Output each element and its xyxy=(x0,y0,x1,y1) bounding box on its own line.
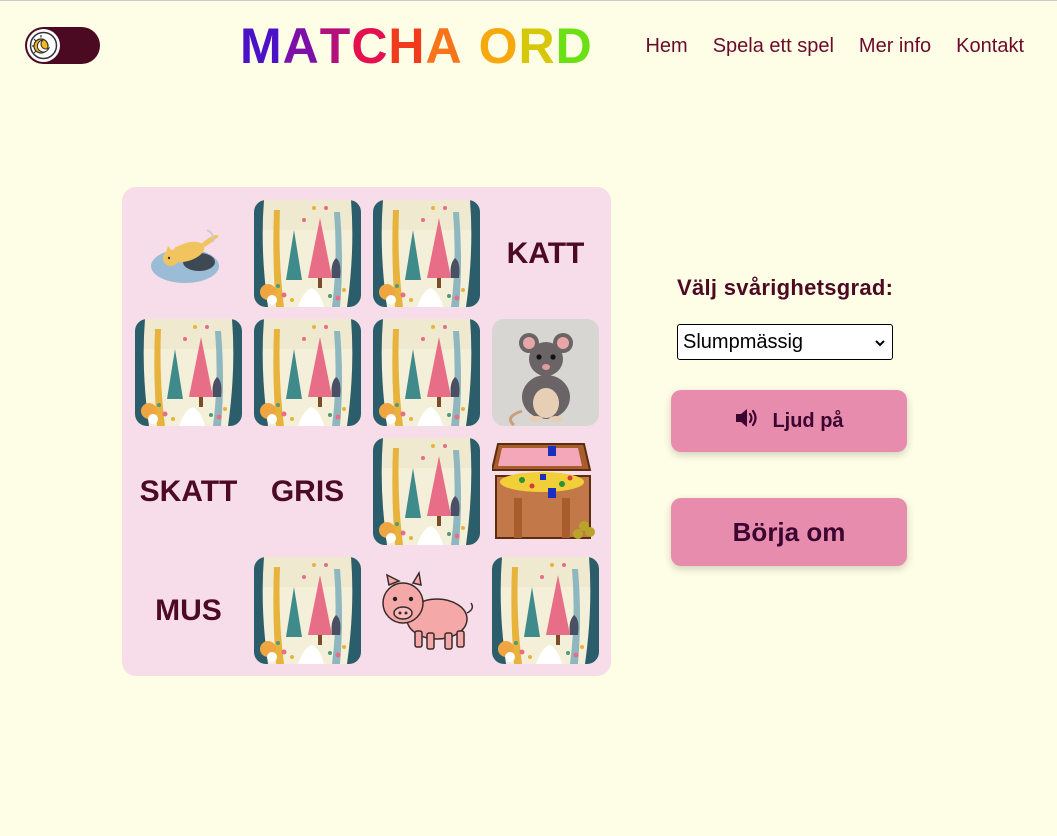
card-face-down[interactable] xyxy=(373,438,480,545)
chevron-down-icon xyxy=(874,334,886,357)
difficulty-label: Välj svårighetsgrad: xyxy=(677,275,894,300)
sun-moon-icon xyxy=(27,29,60,62)
logo-letter: T xyxy=(319,18,352,74)
card-picture[interactable] xyxy=(373,557,480,664)
card-word[interactable]: SKATT xyxy=(135,438,242,545)
cat-icon xyxy=(135,200,242,307)
restart-button[interactable]: Börja om xyxy=(671,498,907,566)
nav-home[interactable]: Hem xyxy=(645,34,687,58)
logo-letter: H xyxy=(388,18,426,74)
sound-toggle-button[interactable]: Ljud på xyxy=(671,390,907,452)
card-picture[interactable] xyxy=(492,438,599,545)
card-word[interactable]: KATT xyxy=(492,200,599,307)
nav-contact[interactable]: Kontakt xyxy=(956,34,1024,58)
card-face-down[interactable] xyxy=(254,200,361,307)
card-face-down[interactable] xyxy=(135,319,242,426)
pig-icon xyxy=(373,557,480,664)
logo-letter: A xyxy=(425,18,463,74)
card-word[interactable]: MUS xyxy=(135,557,242,664)
logo-letter: A xyxy=(282,18,320,74)
game-board: KATT SKATT GRIS MUS xyxy=(122,187,611,676)
sound-label: Ljud på xyxy=(772,409,844,432)
site-logo[interactable]: MATCHA ORD xyxy=(240,19,593,73)
theme-toggle[interactable] xyxy=(25,27,100,64)
difficulty-selected-value: Slumpmässig xyxy=(683,330,804,353)
card-face-down[interactable] xyxy=(373,319,480,426)
mouse-icon xyxy=(492,319,599,426)
treasure-chest-icon xyxy=(492,438,599,545)
nav-play-game[interactable]: Spela ett spel xyxy=(713,34,834,58)
card-face-down[interactable] xyxy=(254,557,361,664)
card-face-down[interactable] xyxy=(373,200,480,307)
logo-letter: C xyxy=(351,18,389,74)
card-face-down[interactable] xyxy=(492,557,599,664)
logo-letter: D xyxy=(555,18,593,74)
card-picture[interactable] xyxy=(492,319,599,426)
card-word[interactable]: GRIS xyxy=(254,438,361,545)
card-face-down[interactable] xyxy=(254,319,361,426)
header: MATCHA ORD Hem Spela ett spel Mer info K… xyxy=(0,1,1057,91)
difficulty-select[interactable]: Slumpmässig xyxy=(677,324,893,360)
speaker-icon xyxy=(734,407,760,435)
card-picture[interactable] xyxy=(135,200,242,307)
logo-letter: R xyxy=(518,18,556,74)
nav-more-info[interactable]: Mer info xyxy=(859,34,931,58)
main-nav: Hem Spela ett spel Mer info Kontakt xyxy=(645,34,1024,58)
logo-letter: M xyxy=(240,18,283,74)
logo-letter: O xyxy=(478,18,519,74)
